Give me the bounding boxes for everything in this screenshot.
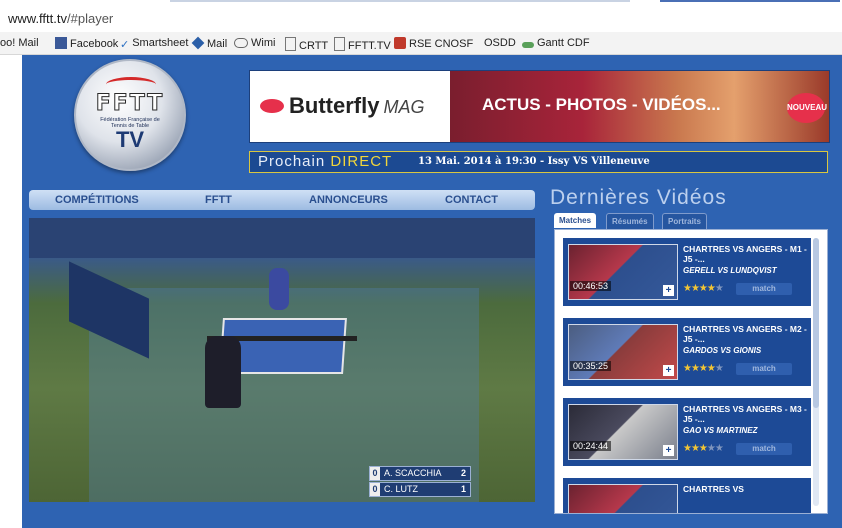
tab-resumes[interactable]: Résumés — [606, 213, 654, 229]
facebook-icon — [55, 37, 67, 49]
gantt-icon — [522, 42, 534, 48]
latest-videos-title: Dernières Vidéos — [550, 186, 727, 209]
video-thumbnail[interactable] — [568, 484, 678, 513]
rating-stars-icon: ★★★★★ — [683, 283, 724, 294]
address-bar[interactable]: www.fftt.tv/#player — [0, 4, 842, 32]
bookmark-facebook[interactable]: Facebook — [55, 37, 118, 50]
video-thumbnail[interactable] — [568, 404, 678, 460]
rating-stars-icon: ★★★★★ — [683, 363, 724, 374]
browser-tab-strip-line — [170, 0, 630, 2]
video-list-scroll-thumb[interactable] — [813, 238, 819, 408]
score-player-name: A. SCACCHIA — [384, 468, 442, 478]
score-points: 1 — [460, 484, 466, 494]
logo-tv: TV — [115, 127, 145, 152]
next-live-label: Prochain DIRECT — [258, 153, 393, 170]
url-text[interactable]: www.fftt.tv/#player — [8, 11, 113, 26]
banner-tagline: ACTUS - PHOTOS - VIDÉOS... — [482, 95, 721, 114]
nav-fftt[interactable]: FFTT — [205, 194, 232, 206]
nouveau-badge: NOUVEAU — [787, 93, 827, 123]
player-video-far-player — [269, 268, 289, 310]
video-item[interactable]: CHARTRES VS — [563, 478, 811, 513]
video-players: GARDOS VS GIONIS — [683, 346, 762, 355]
video-title[interactable]: CHARTRES VS ANGERS - M3 - J5 -... — [683, 404, 809, 424]
bookmark-gantt[interactable]: Gantt CDF — [522, 37, 590, 49]
nav-competitions[interactable]: COMPÉTITIONS — [55, 194, 139, 206]
logo-letters: FFTT — [95, 91, 165, 117]
site-container: FFTT Fédération Française de Tennis de T… — [22, 55, 842, 528]
score-player-name: C. LUTZ — [384, 484, 419, 494]
video-category-badge: match — [736, 283, 792, 295]
page-icon — [285, 37, 296, 51]
score-row: 0 A. SCACCHIA 2 — [369, 466, 471, 481]
next-live-info: 13 Mai. 2014 à 19:30 - Issy VS Villeneuv… — [418, 156, 650, 167]
video-item[interactable]: 00:24:44 + CHARTRES VS ANGERS - M3 - J5 … — [563, 398, 811, 466]
video-item[interactable]: 00:46:53 + CHARTRES VS ANGERS - M1 - J5 … — [563, 238, 811, 306]
nav-annonceurs[interactable]: ANNONCEURS — [309, 194, 388, 206]
bookmark-osdd[interactable]: OSDD — [484, 37, 516, 49]
score-row: 0 C. LUTZ 1 — [369, 482, 471, 497]
video-duration: 00:35:25 — [570, 361, 612, 371]
tab-matches[interactable]: Matches — [554, 213, 597, 228]
butterfly-brand: Butterfly MAG — [260, 93, 424, 119]
main-nav: COMPÉTITIONS FFTT ANNONCEURS CONTACT — [29, 190, 535, 210]
bookmark-crtt[interactable]: CRTT — [285, 37, 328, 52]
page-icon — [334, 37, 345, 51]
video-thumbnail[interactable] — [568, 244, 678, 300]
bookmark-wimi[interactable]: Wimi — [234, 37, 275, 49]
tab-portraits[interactable]: Portraits / Itw — [662, 213, 707, 241]
bookmark-rse-cnosf[interactable]: RSE CNOSF — [394, 37, 473, 50]
bookmark-mail[interactable]: oo! Mail — [0, 37, 39, 49]
video-duration: 00:24:44 — [570, 441, 612, 451]
video-list-panel: 00:46:53 + CHARTRES VS ANGERS - M1 - J5 … — [554, 229, 828, 514]
video-players: GAO VS MARTINEZ — [683, 426, 758, 435]
browser-tab-strip-active — [660, 0, 840, 2]
check-icon: ✓ — [120, 39, 130, 51]
video-duration: 00:46:53 — [570, 281, 612, 291]
score-points: 2 — [460, 468, 466, 478]
mail-diamond-icon — [191, 36, 205, 50]
nav-contact[interactable]: CONTACT — [445, 194, 498, 206]
plus-icon[interactable]: + — [663, 365, 674, 376]
plus-icon[interactable]: + — [663, 445, 674, 456]
video-title[interactable]: CHARTRES VS ANGERS - M1 - J5 -... — [683, 244, 809, 264]
logo-swoosh — [106, 77, 156, 92]
player-video-backdrop — [29, 218, 535, 258]
bookmark-mail2[interactable]: Mail — [191, 36, 227, 50]
video-players: GERELL VS LUNDQVIST — [683, 266, 777, 275]
bookmarks-bar: oo! Mail Facebook ✓ Smartsheet Mail Wimi … — [0, 32, 842, 55]
score-sets: 0 — [370, 483, 380, 496]
video-player[interactable]: 0 A. SCACCHIA 2 0 C. LUTZ 1 — [29, 218, 535, 502]
cloud-icon — [234, 38, 248, 48]
video-category-badge: match — [736, 443, 792, 455]
video-item[interactable]: 00:35:25 + CHARTRES VS ANGERS - M2 - J5 … — [563, 318, 811, 386]
video-title[interactable]: CHARTRES VS — [683, 484, 809, 494]
butterfly-banner[interactable]: Butterfly MAG ACTUS - PHOTOS - VIDÉOS... … — [249, 70, 830, 143]
butterfly-logo-icon — [260, 99, 284, 113]
bookmark-smartsheet[interactable]: ✓ Smartsheet — [120, 37, 188, 51]
next-live-bar[interactable]: Prochain DIRECT 13 Mai. 2014 à 19:30 - I… — [249, 151, 828, 173]
plus-icon[interactable]: + — [663, 285, 674, 296]
scoreboard-overlay: 0 A. SCACCHIA 2 0 C. LUTZ 1 — [369, 466, 471, 498]
video-category-badge: match — [736, 363, 792, 375]
video-thumbnail[interactable] — [568, 324, 678, 380]
score-sets: 0 — [370, 467, 380, 480]
video-title[interactable]: CHARTRES VS ANGERS - M2 - J5 -... — [683, 324, 809, 344]
fftt-tv-logo[interactable]: FFTT Fédération Française de Tennis de T… — [74, 59, 186, 171]
bookmark-fftttv[interactable]: FFTT.TV — [334, 37, 391, 52]
player-video-near-player — [205, 336, 241, 408]
rating-stars-icon: ★★★★★ — [683, 443, 724, 454]
rings-icon — [394, 37, 406, 49]
